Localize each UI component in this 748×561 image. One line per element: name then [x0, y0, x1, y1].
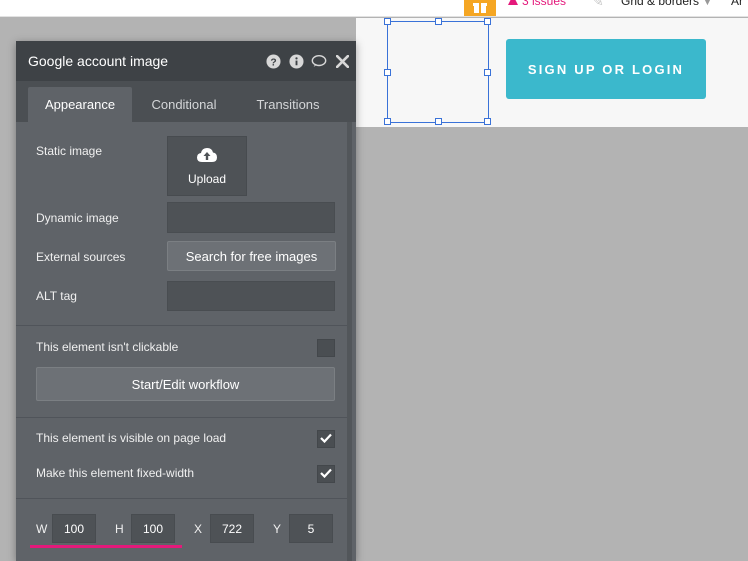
section-divider	[16, 325, 347, 326]
cloud-upload-icon	[196, 147, 218, 166]
x-position-input[interactable]: 722	[210, 514, 254, 543]
section-divider	[16, 417, 347, 418]
selected-image-element[interactable]	[384, 18, 491, 125]
panel-scrollbar[interactable]	[347, 122, 352, 561]
info-icon[interactable]	[288, 53, 304, 69]
help-icon[interactable]: ?	[265, 53, 281, 69]
chevron-down-icon: ▼	[703, 0, 712, 7]
resize-handle[interactable]	[435, 118, 442, 125]
width-input[interactable]: 100	[52, 514, 96, 543]
x-label: X	[194, 522, 203, 536]
top-toolbar: 3 issues ✎ Grid & borders ▼ Ar	[0, 0, 748, 17]
tab-conditional[interactable]: Conditional	[136, 87, 232, 122]
checkmark-icon	[320, 430, 332, 448]
resize-handle[interactable]	[384, 69, 391, 76]
alt-tag-field[interactable]	[167, 281, 335, 311]
alt-tag-label: ALT tag	[36, 289, 77, 303]
dynamic-image-field[interactable]	[167, 202, 335, 233]
resize-handle[interactable]	[384, 118, 391, 125]
height-label: H	[115, 522, 124, 536]
svg-text:?: ?	[270, 57, 276, 68]
width-label: W	[36, 522, 48, 536]
y-label: Y	[273, 522, 282, 536]
pin-icon[interactable]: ✎	[592, 0, 604, 10]
close-icon[interactable]	[334, 53, 350, 69]
upload-button[interactable]: Upload	[167, 136, 247, 196]
resize-handle[interactable]	[384, 18, 391, 25]
resize-handle[interactable]	[484, 69, 491, 76]
fixed-width-label: Make this element fixed-width	[36, 466, 195, 480]
gift-button[interactable]	[464, 0, 496, 16]
not-clickable-label: This element isn't clickable	[36, 340, 179, 354]
visible-on-load-checkbox[interactable]	[317, 430, 335, 448]
visible-on-load-label: This element is visible on page load	[36, 431, 227, 445]
resize-handle[interactable]	[435, 18, 442, 25]
fixed-width-checkbox[interactable]	[317, 465, 335, 483]
panel-title: Google account image	[28, 53, 169, 69]
height-input[interactable]: 100	[131, 514, 175, 543]
checkmark-icon	[320, 465, 332, 483]
signup-login-button[interactable]: SIGN UP OR LOGIN	[506, 39, 706, 99]
start-edit-workflow-button[interactable]: Start/Edit workflow	[36, 367, 335, 401]
panel-header[interactable]: Google account image ?	[16, 41, 356, 81]
section-divider	[16, 498, 347, 499]
search-free-images-button[interactable]: Search for free images	[167, 241, 336, 271]
grid-borders-label: Grid & borders	[621, 0, 700, 8]
tab-transitions[interactable]: Transitions	[242, 87, 334, 122]
comment-icon[interactable]	[311, 53, 327, 69]
gift-icon	[473, 0, 487, 14]
static-image-label: Static image	[36, 144, 103, 158]
truncated-menu-label[interactable]: Ar	[731, 0, 743, 8]
upload-label: Upload	[187, 171, 227, 186]
resize-handle[interactable]	[484, 118, 491, 125]
property-editor-panel: Google account image ? Appearance Condit…	[16, 41, 356, 561]
issues-label: 3 issues	[522, 0, 567, 8]
dimension-highlight-underline	[30, 545, 182, 548]
grid-borders-menu[interactable]: Grid & borders ▼	[621, 0, 712, 8]
resize-handle[interactable]	[484, 18, 491, 25]
warning-icon	[508, 0, 518, 8]
dynamic-image-label: Dynamic image	[36, 211, 119, 225]
tab-appearance[interactable]: Appearance	[28, 87, 132, 122]
y-position-input[interactable]: 5	[289, 514, 333, 543]
not-clickable-checkbox[interactable]	[317, 339, 335, 357]
panel-tabs: Appearance Conditional Transitions	[16, 81, 356, 122]
external-sources-label: External sources	[36, 250, 126, 264]
issues-indicator[interactable]: 3 issues	[508, 0, 566, 8]
